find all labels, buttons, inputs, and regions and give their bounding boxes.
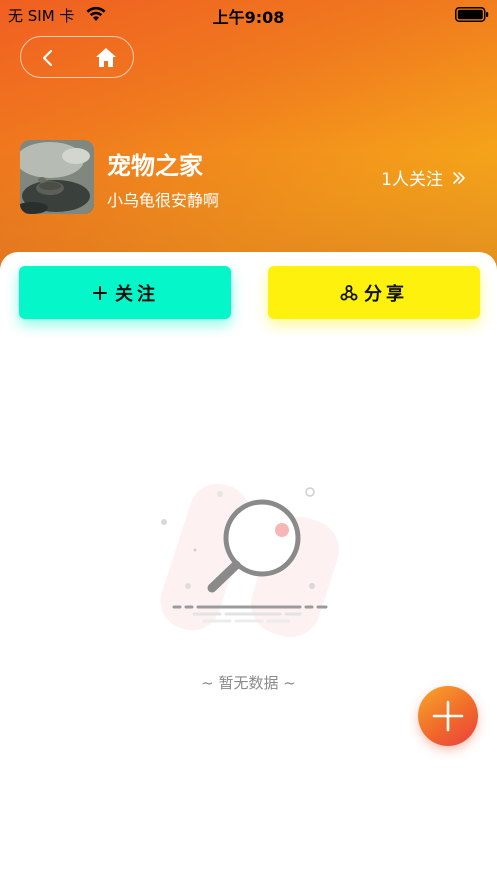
empty-search-illustration (160, 483, 340, 638)
home-button[interactable] (91, 43, 121, 73)
followers-link[interactable]: 1人关注 (381, 165, 467, 190)
clock: 上午9:08 (212, 8, 285, 27)
turtle-photo (20, 140, 94, 214)
followers-count: 1人关注 (381, 170, 443, 190)
follow-label: 关注 (115, 283, 159, 305)
battery-icon (455, 7, 489, 22)
content-card: 关注 分享 ~ 暂无数据 ~ (0, 252, 497, 883)
share-label: 分享 (364, 283, 408, 305)
plus-icon (432, 700, 464, 732)
chevron-left-icon (42, 49, 53, 67)
nav-pill (20, 36, 134, 78)
share-icon (340, 284, 358, 300)
add-post-button[interactable] (418, 686, 478, 746)
group-name: 宠物之家 (107, 152, 203, 180)
group-description: 小乌龟很安静啊 (107, 191, 220, 210)
share-button[interactable]: 分享 (268, 266, 480, 319)
group-avatar (20, 140, 94, 214)
home-icon (96, 48, 116, 67)
plus-icon (93, 285, 107, 300)
empty-state-text: ~ 暂无数据 ~ (201, 674, 296, 692)
follow-button[interactable]: 关注 (19, 266, 231, 319)
status-bar: 无 SIM 卡 上午9:08 (0, 0, 497, 30)
double-chevron-right-icon (453, 171, 465, 184)
back-button[interactable] (33, 43, 63, 73)
